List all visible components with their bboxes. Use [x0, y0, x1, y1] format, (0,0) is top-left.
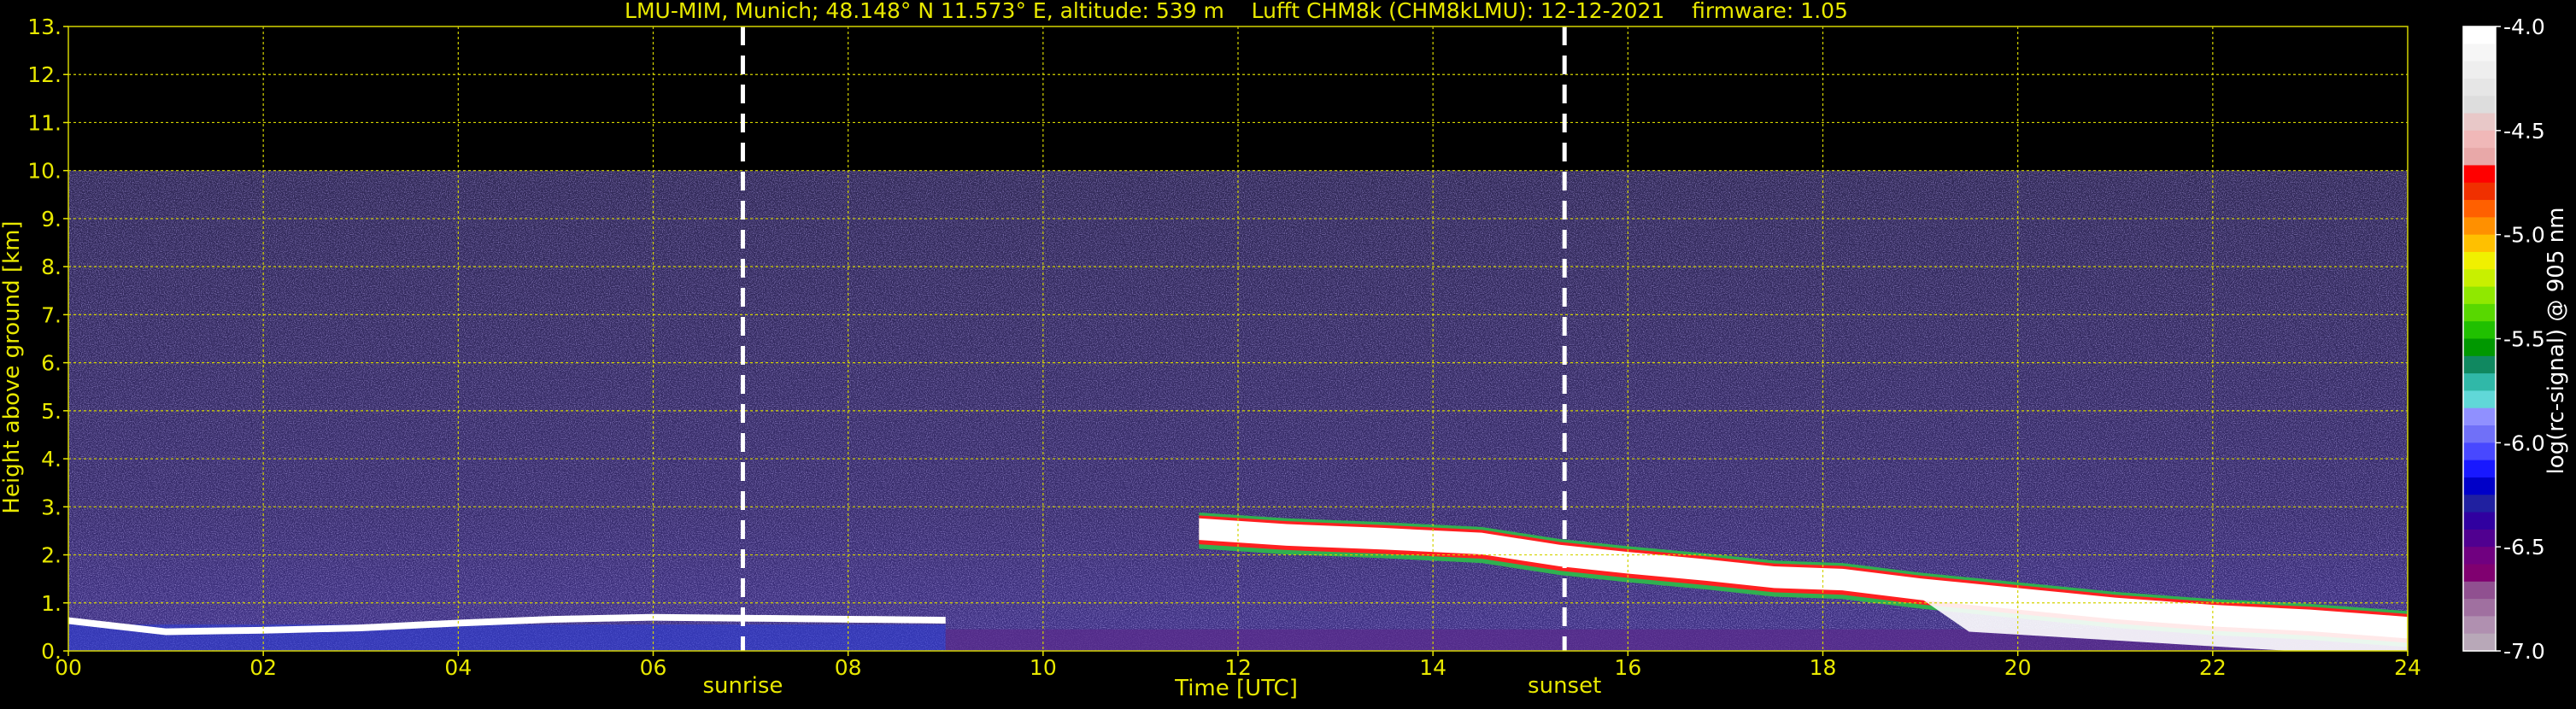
y-tick-label: 12.: [27, 62, 62, 87]
y-tick-label: 13.: [27, 15, 62, 39]
ceilometer-plot: 00 02 04 06 08 10 12 14 16 18 20 22 24 0. 1. 2. 3. 4. 5. 6…: [0, 0, 2576, 706]
colorbar-segment: [2463, 148, 2496, 167]
y-axis-ticks: 0. 1. 2. 3. 4. 5. 6. 7. 8. 9. 10. 11. 12. 13.: [27, 15, 68, 664]
colorbar-segment: [2463, 425, 2496, 443]
colorbar-tick-label: -5.5: [2503, 327, 2545, 352]
sunrise-label: sunrise: [702, 673, 783, 699]
colorbar-segment: [2463, 512, 2496, 530]
colorbar-segment: [2463, 26, 2496, 44]
colorbar: -4.0 -4.5 -5.0 -5.5 -6.0 -6.5 -7.0: [2462, 15, 2545, 664]
colorbar-segment: [2463, 373, 2496, 392]
sunset-label: sunset: [1528, 673, 1601, 699]
colorbar-tick-label: -7.0: [2503, 639, 2545, 664]
colorbar-segment: [2463, 355, 2496, 374]
colorbar-segment: [2463, 182, 2496, 201]
colorbar-segment: [2463, 460, 2496, 478]
y-tick-label: 7.: [41, 302, 62, 327]
colorbar-segment: [2463, 303, 2496, 322]
y-tick-label: 9.: [41, 207, 62, 231]
y-axis-label: Height above ground [km]: [0, 220, 25, 513]
plot-area: [67, 26, 2409, 652]
colorbar-segment: [2463, 165, 2496, 184]
colorbar-segment: [2463, 407, 2496, 426]
colorbar-tick-label: -6.5: [2503, 535, 2545, 560]
colorbar-tick-label: -6.0: [2503, 431, 2545, 455]
x-tick-label: 14: [1419, 655, 1446, 680]
colorbar-segment: [2463, 581, 2496, 600]
colorbar-segment: [2463, 234, 2496, 253]
colorbar-segment: [2463, 251, 2496, 270]
colorbar-tick-label: -4.0: [2503, 15, 2545, 39]
colorbar-segment: [2463, 113, 2496, 132]
y-tick-label: 4.: [41, 447, 62, 472]
x-tick-label: 24: [2394, 655, 2421, 680]
colorbar-segment: [2463, 616, 2496, 635]
colorbar-segment: [2463, 78, 2496, 97]
y-tick-label: 1.: [41, 591, 62, 616]
colorbar-segment: [2463, 130, 2496, 149]
chart-canvas: 00 02 04 06 08 10 12 14 16 18 20 22 24 0.1.2.3.4.5.6…: [0, 0, 2569, 701]
y-tick-label: 10.: [27, 159, 62, 184]
colorbar-segment: [2463, 442, 2496, 461]
x-tick-label: 22: [2199, 655, 2227, 680]
colorbar-tick-label: -5.0: [2503, 223, 2545, 248]
x-tick-label: 20: [2004, 655, 2032, 680]
colorbar-segment: [2463, 96, 2496, 114]
colorbar-segment: [2463, 547, 2496, 565]
y-tick-label: 5.: [41, 399, 62, 424]
colorbar-segment: [2463, 269, 2496, 288]
colorbar-label: log(rc-signal) @ 905 nm: [2544, 208, 2569, 475]
chart-title: LMU-MIM, Munich; 48.148° N 11.573° E, al…: [625, 0, 1848, 23]
y-tick-label: 0.: [41, 639, 62, 664]
y-tick-label: 3.: [41, 495, 62, 519]
x-axis-label: Time [UTC]: [1174, 676, 1298, 701]
x-tick-label: 16: [1614, 655, 1641, 680]
colorbar-segment: [2463, 495, 2496, 513]
colorbar-segment: [2463, 61, 2496, 79]
x-tick-label: 18: [1810, 655, 1837, 680]
colorbar-segment: [2463, 217, 2496, 236]
x-tick-label: 02: [249, 655, 277, 680]
colorbar-segment: [2463, 564, 2496, 583]
colorbar-segment: [2463, 477, 2496, 495]
colorbar-segment: [2463, 44, 2496, 62]
colorbar-segment: [2463, 529, 2496, 548]
x-tick-label: 04: [444, 655, 472, 680]
y-tick-label: 2.: [41, 543, 62, 568]
colorbar-segment: [2463, 390, 2496, 409]
y-tick-label: 6.: [41, 351, 62, 376]
x-tick-label: 06: [640, 655, 667, 680]
colorbar-segment: [2463, 321, 2496, 340]
y-tick-label: 11.: [27, 110, 62, 135]
colorbar-segment: [2463, 633, 2496, 652]
colorbar-segment: [2463, 286, 2496, 305]
colorbar-segment: [2463, 599, 2496, 617]
colorbar-segment: [2463, 338, 2496, 357]
y-tick-label: 8.: [41, 255, 62, 279]
x-tick-label: 10: [1030, 655, 1057, 680]
colorbar-tick-label: -4.5: [2503, 119, 2545, 144]
colorbar-segment: [2463, 200, 2496, 218]
x-tick-label: 08: [835, 655, 862, 680]
